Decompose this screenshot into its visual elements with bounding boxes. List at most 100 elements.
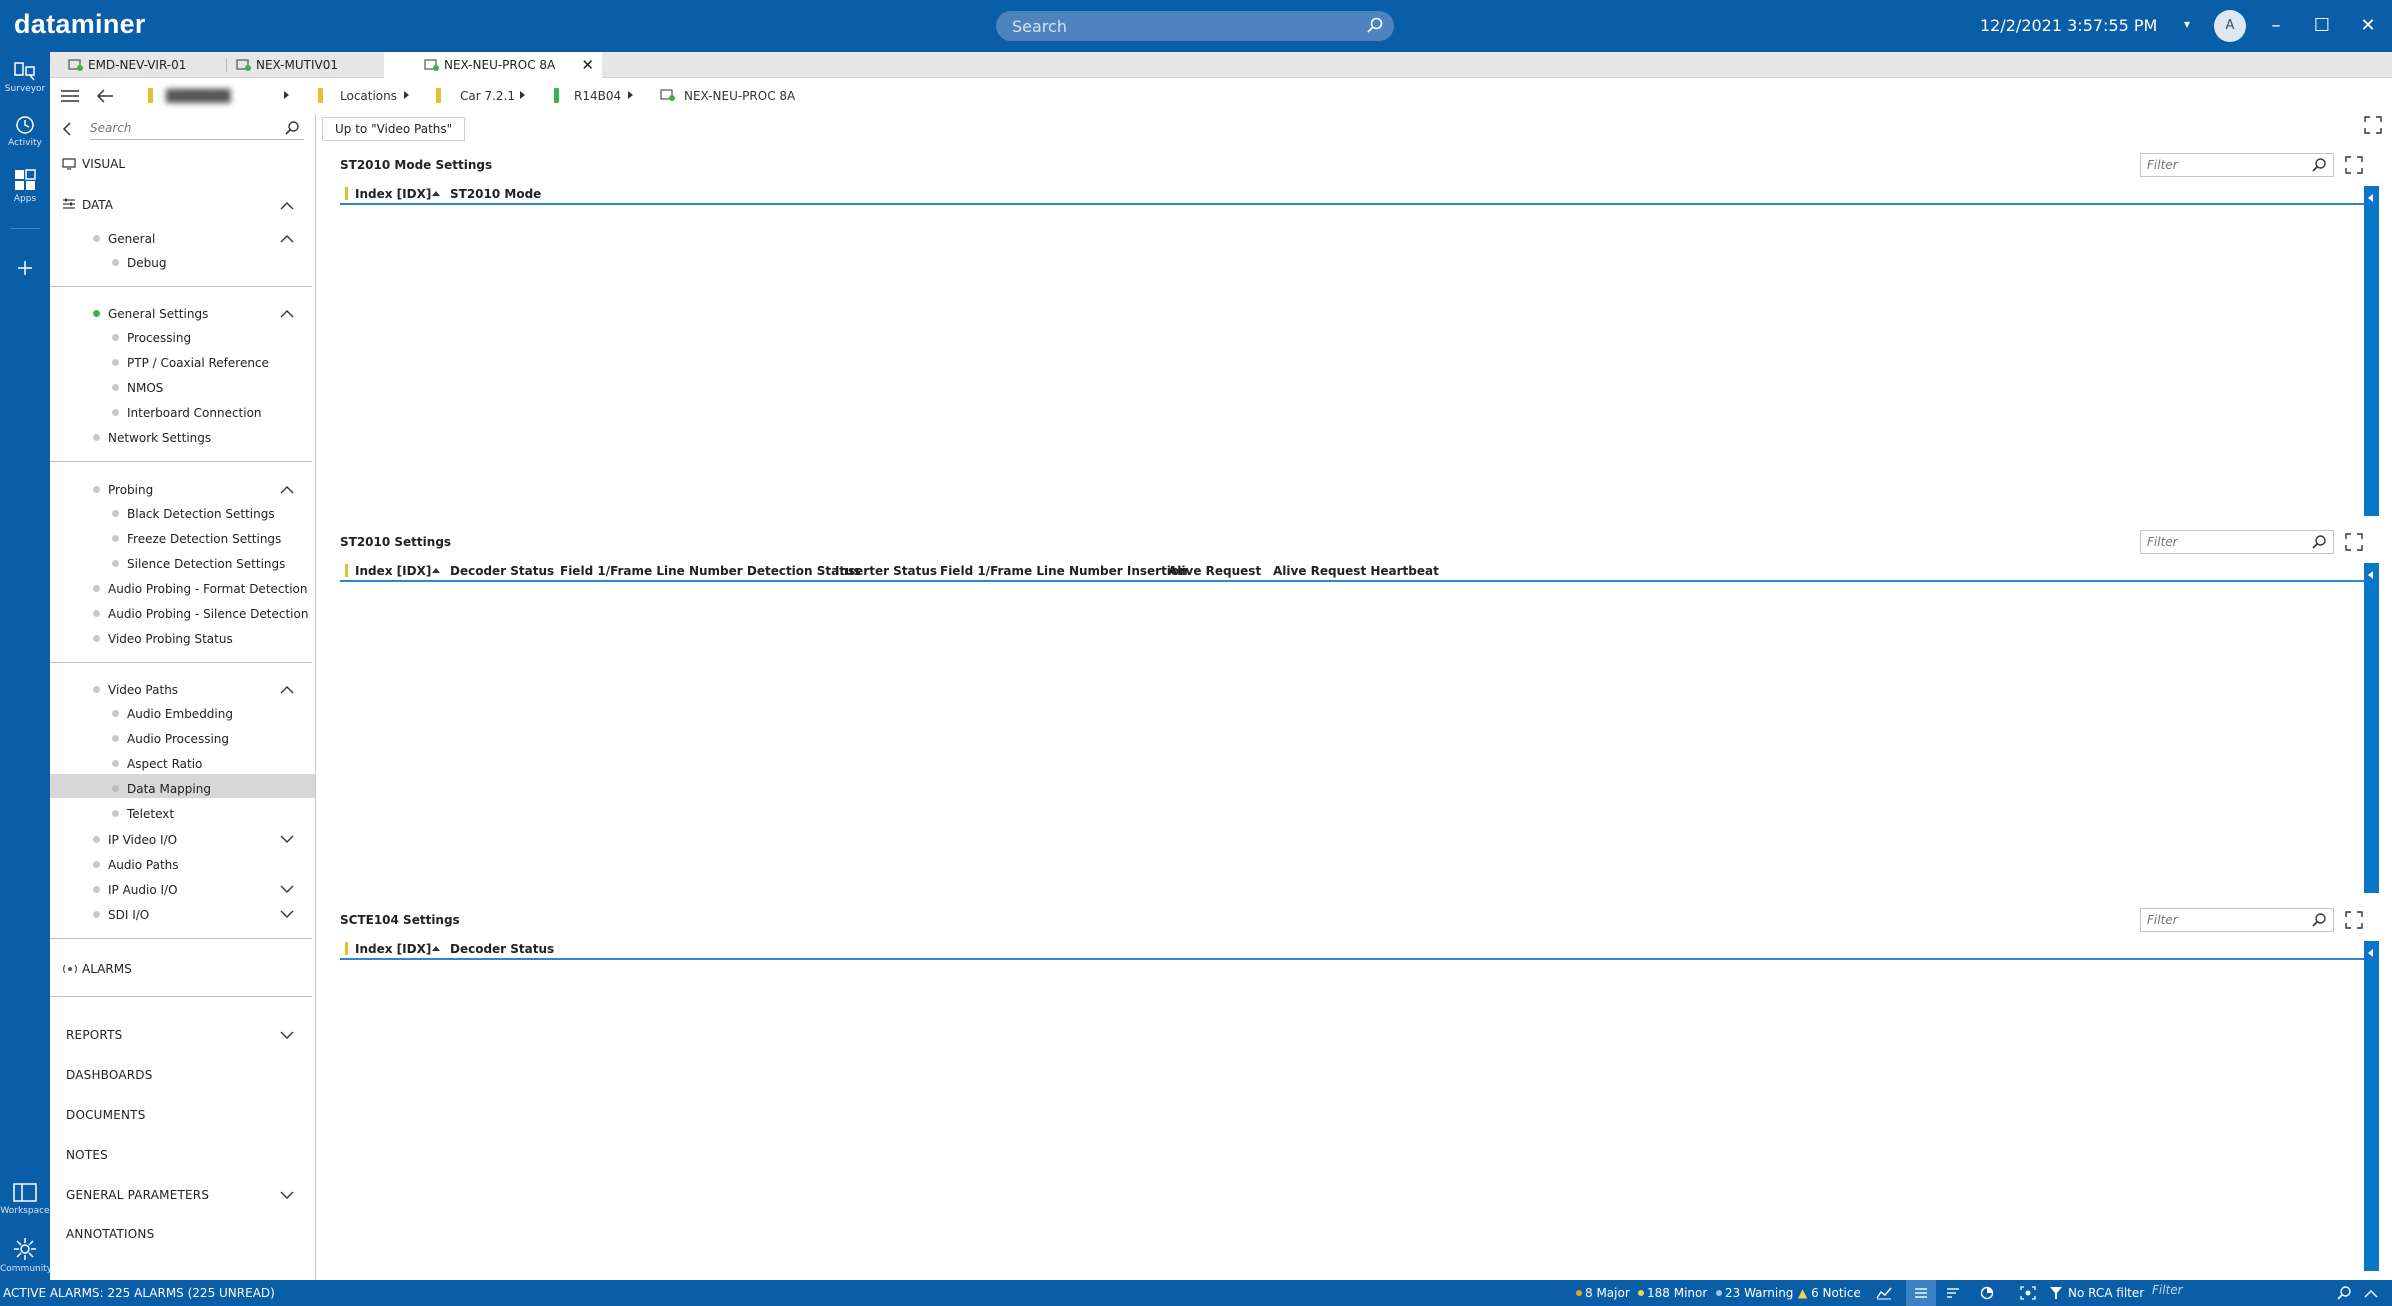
nav-audio-embedding[interactable]: Audio Embedding: [127, 707, 233, 721]
crumb-car[interactable]: Car 7.2.1: [460, 89, 515, 103]
chevron-up-icon[interactable]: [280, 308, 294, 318]
table-filter-box[interactable]: [2140, 908, 2334, 932]
alarm-filter-box[interactable]: [2152, 1283, 2352, 1303]
sort-icon[interactable]: [1946, 1287, 1960, 1299]
nav-audio-paths[interactable]: Audio Paths: [108, 858, 179, 872]
search-icon[interactable]: [1366, 16, 1384, 38]
nav-reports[interactable]: REPORTS: [66, 1028, 122, 1042]
chevron-down-icon[interactable]: [280, 884, 294, 894]
nav-network-settings[interactable]: Network Settings: [108, 431, 211, 445]
chevron-up-icon[interactable]: [280, 484, 294, 494]
nav-audio-silence-detection[interactable]: Audio Probing - Silence Detection: [108, 607, 308, 621]
crumb-locations[interactable]: Locations: [340, 89, 397, 103]
column-chooser-strip[interactable]: [2364, 563, 2379, 893]
column-header-index[interactable]: Index [IDX]: [355, 942, 431, 956]
maximize-button[interactable]: ☐: [2308, 12, 2336, 40]
sort-ascending-icon[interactable]: [432, 946, 440, 951]
fullscreen-icon[interactable]: [2344, 910, 2364, 930]
close-button[interactable]: ✕: [2354, 12, 2382, 40]
tab-nex-neu-proc-8a[interactable]: NEX-NEU-PROC 8A ✕: [384, 52, 602, 78]
rail-apps[interactable]: Apps: [0, 168, 50, 204]
column-header-alive-request-heartbeat[interactable]: Alive Request Heartbeat: [1273, 564, 1439, 578]
nav-audio-processing[interactable]: Audio Processing: [127, 732, 229, 746]
user-avatar[interactable]: A: [2214, 10, 2246, 42]
nav-sdi-io[interactable]: SDI I/O: [108, 908, 149, 922]
search-icon[interactable]: [2311, 912, 2327, 928]
alarm-count-warning[interactable]: 23 Warning: [1716, 1286, 1793, 1300]
column-header-decoder-status[interactable]: Decoder Status: [450, 564, 554, 578]
nav-debug[interactable]: Debug: [127, 256, 166, 270]
chevron-up-icon[interactable]: [280, 200, 294, 210]
nav-processing[interactable]: Processing: [127, 331, 191, 345]
column-header-inserter-status[interactable]: Inserter Status: [835, 564, 937, 578]
rail-activity[interactable]: Activity: [0, 114, 50, 148]
search-icon[interactable]: [2336, 1285, 2352, 1301]
sort-ascending-icon[interactable]: [432, 191, 440, 196]
column-header-alive-request[interactable]: Alive Request: [1168, 564, 1261, 578]
nav-ip-audio-io[interactable]: IP Audio I/O: [108, 883, 178, 897]
nav-general[interactable]: General: [108, 232, 155, 246]
chevron-up-icon[interactable]: [280, 233, 294, 243]
nav-data[interactable]: DATA: [82, 198, 113, 212]
table-filter-input[interactable]: [2147, 156, 2297, 174]
nav-freeze-detection[interactable]: Freeze Detection Settings: [127, 532, 281, 546]
search-icon[interactable]: [2311, 157, 2327, 173]
rail-workspace[interactable]: Workspace: [0, 1182, 50, 1216]
nav-nmos[interactable]: NMOS: [127, 381, 163, 395]
sort-ascending-icon[interactable]: [432, 568, 440, 573]
crumb-arrow-icon[interactable]: [520, 91, 525, 99]
column-header-index[interactable]: Index [IDX]: [355, 564, 431, 578]
nav-documents[interactable]: DOCUMENTS: [66, 1108, 146, 1122]
chevron-down-icon[interactable]: [280, 1190, 294, 1200]
global-search[interactable]: [996, 11, 1394, 41]
nav-black-detection[interactable]: Black Detection Settings: [127, 507, 275, 521]
chevron-down-icon[interactable]: [280, 909, 294, 919]
column-header-line-detection-status[interactable]: Field 1/Frame Line Number Detection Stat…: [560, 564, 861, 578]
global-search-input[interactable]: [1012, 15, 1342, 37]
nav-general-settings[interactable]: General Settings: [108, 307, 208, 321]
hamburger-menu-icon[interactable]: [60, 88, 80, 104]
alarm-count-major[interactable]: 8 Major: [1576, 1286, 1630, 1300]
nav-dashboards[interactable]: DASHBOARDS: [66, 1068, 153, 1082]
table-filter-input[interactable]: [2147, 533, 2297, 551]
nav-annotations[interactable]: ANNOTATIONS: [66, 1227, 154, 1241]
tab-emd-nev-vir-01[interactable]: EMD-NEV-VIR-01: [68, 52, 228, 78]
chevron-up-icon[interactable]: [280, 684, 294, 694]
table-filter-box[interactable]: [2140, 153, 2334, 177]
nav-general-parameters[interactable]: GENERAL PARAMETERS: [66, 1188, 209, 1202]
list-view-button[interactable]: [1906, 1280, 1936, 1306]
nav-audio-format-detection[interactable]: Audio Probing - Format Detection: [108, 582, 308, 596]
trend-icon[interactable]: [1876, 1286, 1892, 1300]
nav-teletext[interactable]: Teletext: [127, 807, 174, 821]
active-alarms-summary[interactable]: ACTIVE ALARMS: 225 ALARMS (225 UNREAD): [3, 1286, 275, 1300]
column-header-line-insertion[interactable]: Field 1/Frame Line Number Insertion: [940, 564, 1188, 578]
column-header-index[interactable]: Index [IDX]: [355, 187, 431, 201]
search-icon[interactable]: [284, 120, 300, 136]
chevron-down-icon[interactable]: [280, 834, 294, 844]
alarm-count-notice[interactable]: ▲ 6 Notice: [1798, 1286, 1861, 1300]
history-icon[interactable]: [1980, 1286, 1994, 1300]
crumb-arrow-icon[interactable]: [284, 91, 289, 99]
up-to-parent-button[interactable]: Up to "Video Paths": [322, 117, 466, 141]
fullscreen-icon[interactable]: [2364, 116, 2382, 134]
nav-aspect-ratio[interactable]: Aspect Ratio: [127, 757, 202, 771]
table-filter-input[interactable]: [2147, 911, 2297, 929]
funnel-icon[interactable]: [2050, 1287, 2062, 1299]
crumb-rack[interactable]: R14B04: [574, 89, 621, 103]
crumb-arrow-icon[interactable]: [628, 91, 633, 99]
nav-data-mapping[interactable]: Data Mapping: [127, 782, 211, 796]
fullscreen-icon[interactable]: [2344, 532, 2364, 552]
minimize-button[interactable]: –: [2262, 12, 2290, 40]
nav-notes[interactable]: NOTES: [66, 1148, 108, 1162]
nav-ptp-coaxial[interactable]: PTP / Coaxial Reference: [127, 356, 269, 370]
nav-visual[interactable]: VISUAL: [82, 157, 125, 171]
rail-surveyor[interactable]: Surveyor: [0, 60, 50, 94]
datetime-dropdown-icon[interactable]: ▾: [2184, 17, 2190, 31]
column-chooser-strip[interactable]: [2364, 941, 2379, 1271]
back-arrow-icon[interactable]: [96, 88, 114, 104]
nav-video-paths[interactable]: Video Paths: [108, 683, 178, 697]
table-filter-box[interactable]: [2140, 530, 2334, 554]
alarm-filter-input[interactable]: [2152, 1283, 2322, 1297]
nav-search-box[interactable]: [90, 118, 304, 140]
nav-video-probing-status[interactable]: Video Probing Status: [108, 632, 233, 646]
